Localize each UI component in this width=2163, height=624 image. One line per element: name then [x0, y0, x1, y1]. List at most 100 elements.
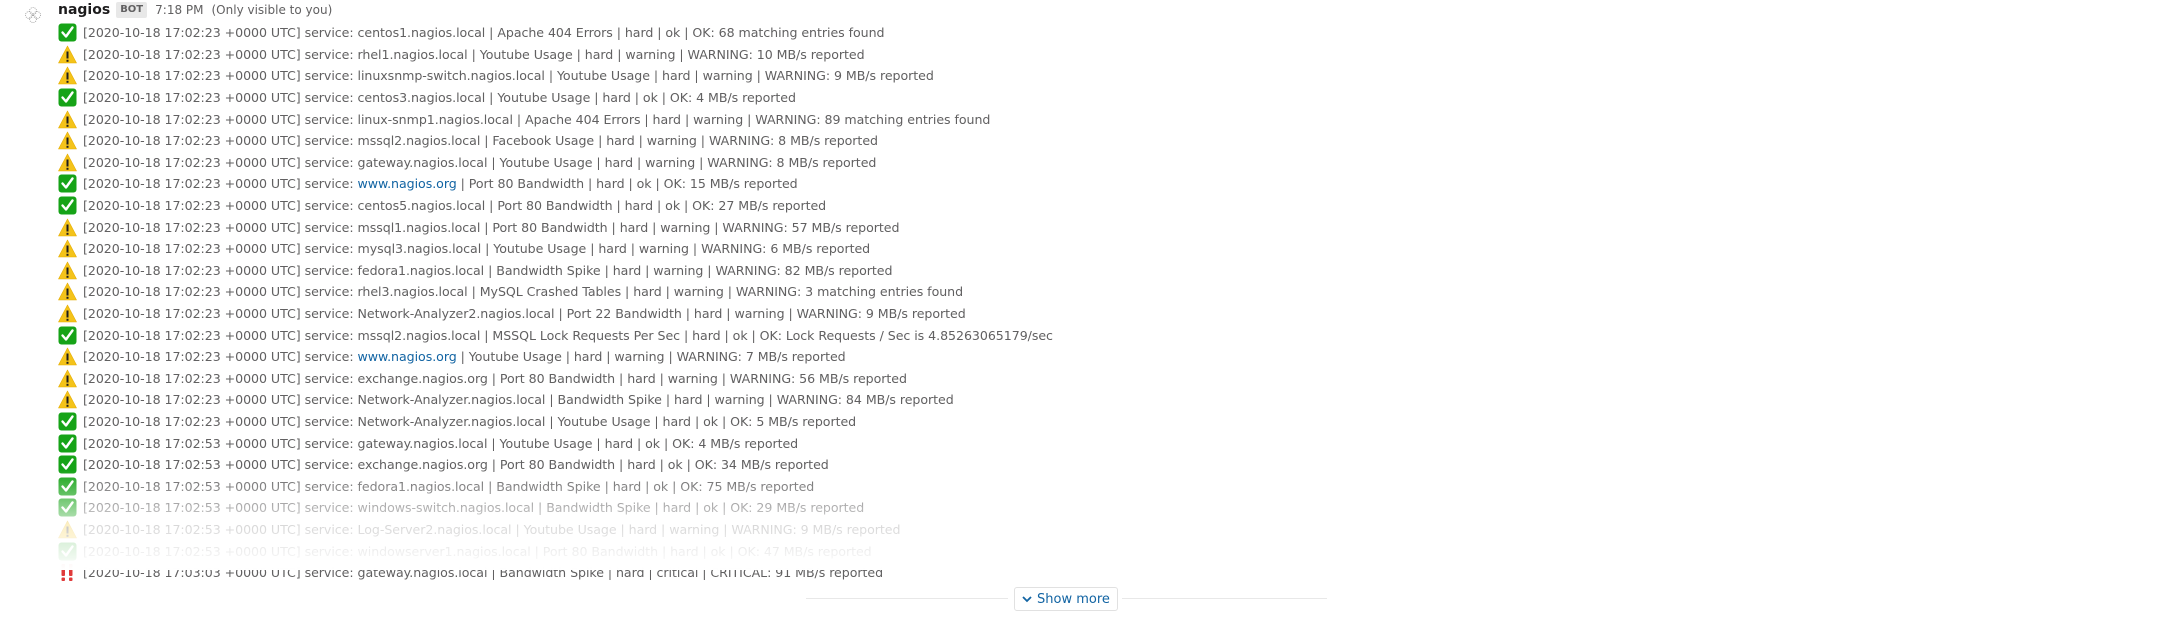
entry-host: gateway.nagios.local — [357, 435, 488, 451]
entry-timestamp: [2020-10-18 17:02:23 +0000 UTC] — [83, 262, 301, 278]
entry-details: | Facebook Usage | hard | warning | WARN… — [484, 133, 878, 149]
log-entry: [2020-10-18 17:02:23 +0000 UTC] service:… — [58, 324, 1358, 346]
check-mark-icon — [58, 498, 77, 517]
log-entry: [2020-10-18 17:02:23 +0000 UTC] service:… — [58, 281, 1358, 303]
log-entry: [2020-10-18 17:02:23 +0000 UTC] service:… — [58, 22, 1358, 44]
entry-details: | Youtube Usage | hard | warning | WARNI… — [491, 154, 877, 170]
entry-details: | Port 80 Bandwidth | hard | ok | OK: 15… — [460, 176, 798, 192]
entry-timestamp: [2020-10-18 17:02:53 +0000 UTC] — [83, 500, 301, 516]
entry-host: Network-Analyzer.nagios.local — [357, 413, 546, 429]
entry-timestamp: [2020-10-18 17:02:53 +0000 UTC] — [83, 435, 301, 451]
entry-host: windows-switch.nagios.local — [357, 500, 535, 516]
log-entry: [2020-10-18 17:02:53 +0000 UTC] service:… — [58, 475, 1358, 497]
entry-timestamp: [2020-10-18 17:02:23 +0000 UTC] — [83, 370, 301, 386]
check-mark-icon — [58, 434, 77, 453]
check-mark-icon — [58, 542, 77, 561]
entry-host: rhel1.nagios.local — [357, 46, 468, 62]
check-mark-icon — [58, 412, 77, 431]
log-entry: [2020-10-18 17:02:53 +0000 UTC] service:… — [58, 519, 1358, 541]
bot-avatar[interactable] — [24, 6, 42, 24]
nagios-logo-icon — [25, 7, 41, 23]
entry-details: | Bandwidth Spike | hard | warning | WAR… — [549, 392, 954, 408]
entry-prefix: service: — [304, 219, 354, 235]
entry-prefix: service: — [304, 370, 354, 386]
show-more-container: Show more — [806, 587, 1327, 611]
log-entry: [2020-10-18 17:02:23 +0000 UTC] service:… — [58, 152, 1358, 174]
entry-prefix: service: — [304, 543, 354, 559]
warning-icon — [58, 390, 77, 409]
check-mark-icon — [58, 196, 77, 215]
entry-prefix: service: — [304, 413, 354, 429]
entry-details: | Apache 404 Errors | hard | warning | W… — [516, 111, 991, 127]
entry-details: | Youtube Usage | hard | ok | OK: 4 MB/s… — [489, 90, 796, 106]
entry-host: gateway.nagios.local — [357, 154, 488, 170]
check-mark-icon — [58, 455, 77, 474]
log-entry: [2020-10-18 17:02:23 +0000 UTC] service:… — [58, 130, 1358, 152]
entry-prefix: service: — [304, 457, 354, 473]
double-exclamation-icon — [58, 563, 77, 582]
entry-timestamp: [2020-10-18 17:02:23 +0000 UTC] — [83, 306, 301, 322]
entry-details: | Youtube Usage | hard | warning | WARNI… — [515, 521, 901, 537]
entry-prefix: service: — [304, 176, 354, 192]
entry-timestamp: [2020-10-18 17:03:03 +0000 UTC] — [83, 565, 301, 581]
log-entry: [2020-10-18 17:02:23 +0000 UTC] service:… — [58, 346, 1358, 368]
entry-details: | Youtube Usage | hard | warning | WARNI… — [548, 68, 934, 84]
message-timestamp[interactable]: 7:18 PM — [155, 3, 203, 17]
entry-host: centos3.nagios.local — [357, 90, 486, 106]
entry-prefix: service: — [304, 241, 354, 257]
log-entry: [2020-10-18 17:03:03 +0000 UTC] service:… — [58, 562, 1358, 584]
entry-host: fedora1.nagios.local — [357, 262, 485, 278]
entry-timestamp: [2020-10-18 17:02:23 +0000 UTC] — [83, 154, 301, 170]
log-entry: [2020-10-18 17:02:53 +0000 UTC] service:… — [58, 540, 1358, 562]
sender-name[interactable]: nagios — [58, 2, 110, 18]
entry-timestamp: [2020-10-18 17:02:23 +0000 UTC] — [83, 349, 301, 365]
entry-prefix: service: — [304, 500, 354, 516]
entry-timestamp: [2020-10-18 17:02:23 +0000 UTC] — [83, 284, 301, 300]
entry-details: | Bandwidth Spike | hard | critical | CR… — [491, 565, 884, 581]
entry-details: | Port 80 Bandwidth | hard | ok | OK: 27… — [489, 198, 827, 214]
warning-icon — [58, 218, 77, 237]
entry-timestamp: [2020-10-18 17:02:23 +0000 UTC] — [83, 68, 301, 84]
entry-details: | Youtube Usage | hard | warning | WARNI… — [471, 46, 865, 62]
log-entry: [2020-10-18 17:02:23 +0000 UTC] service:… — [58, 108, 1358, 130]
entry-timestamp: [2020-10-18 17:02:23 +0000 UTC] — [83, 413, 301, 429]
entry-host: centos5.nagios.local — [357, 198, 486, 214]
host-link[interactable]: www.nagios.org — [358, 176, 457, 191]
entry-prefix: service: — [304, 198, 354, 214]
entry-details: | Port 80 Bandwidth | hard | warning | W… — [484, 219, 900, 235]
entry-host: Log-Server2.nagios.local — [357, 521, 512, 537]
show-more-label: Show more — [1037, 591, 1110, 607]
entry-timestamp: [2020-10-18 17:02:53 +0000 UTC] — [83, 478, 301, 494]
log-entry: [2020-10-18 17:02:23 +0000 UTC] service:… — [58, 260, 1358, 282]
entry-timestamp: [2020-10-18 17:02:23 +0000 UTC] — [83, 327, 301, 343]
entry-prefix: service: — [304, 111, 354, 127]
entry-timestamp: [2020-10-18 17:02:23 +0000 UTC] — [83, 176, 301, 192]
warning-icon — [58, 304, 77, 323]
entry-details: | Port 80 Bandwidth | hard | ok | OK: 34… — [491, 457, 829, 473]
check-mark-icon — [58, 477, 77, 496]
log-entry: [2020-10-18 17:02:23 +0000 UTC] service:… — [58, 87, 1358, 109]
entry-timestamp: [2020-10-18 17:02:23 +0000 UTC] — [83, 25, 301, 41]
entry-host: gateway.nagios.local — [357, 565, 488, 581]
warning-icon — [58, 282, 77, 301]
entry-prefix: service: — [304, 306, 354, 322]
host-link[interactable]: www.nagios.org — [358, 349, 457, 364]
show-more-button[interactable]: Show more — [1014, 587, 1118, 611]
entry-host: Network-Analyzer.nagios.local — [357, 392, 546, 408]
entry-host: Network-Analyzer2.nagios.local — [357, 306, 555, 322]
entry-prefix: service: — [304, 133, 354, 149]
entry-prefix: service: — [304, 68, 354, 84]
log-entry: [2020-10-18 17:02:23 +0000 UTC] service:… — [58, 411, 1358, 433]
entry-host: mssql1.nagios.local — [357, 219, 481, 235]
entry-prefix: service: — [304, 25, 354, 41]
entry-prefix: service: — [304, 262, 354, 278]
entry-host: rhel3.nagios.local — [357, 284, 468, 300]
log-entry: [2020-10-18 17:02:23 +0000 UTC] service:… — [58, 303, 1358, 325]
entry-details: | Bandwidth Spike | hard | ok | OK: 29 M… — [538, 500, 865, 516]
entry-timestamp: [2020-10-18 17:02:23 +0000 UTC] — [83, 241, 301, 257]
entry-timestamp: [2020-10-18 17:02:23 +0000 UTC] — [83, 392, 301, 408]
entry-details: | MySQL Crashed Tables | hard | warning … — [471, 284, 964, 300]
warning-icon — [58, 347, 77, 366]
divider-left — [806, 598, 1008, 599]
entry-details: | Bandwidth Spike | hard | ok | OK: 75 M… — [488, 478, 815, 494]
